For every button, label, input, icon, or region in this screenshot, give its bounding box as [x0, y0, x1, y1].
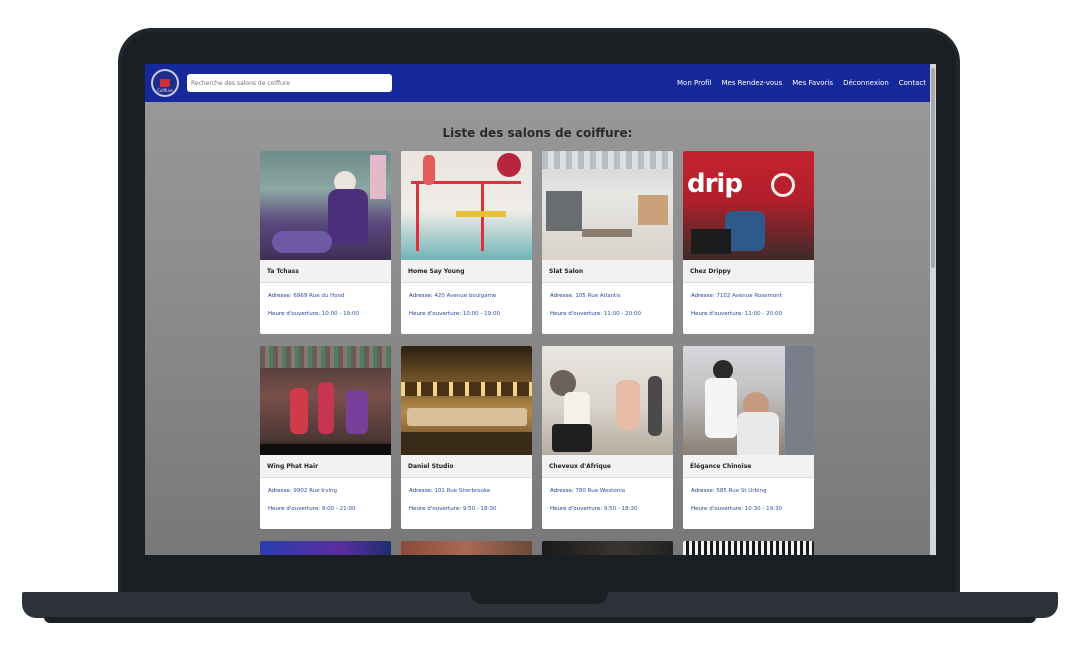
salon-card-partial[interactable] — [542, 541, 673, 555]
nav-link-favorites[interactable]: Mes Favoris — [792, 79, 833, 87]
nav-link-logout[interactable]: Déconnexion — [843, 79, 889, 87]
logo-text: Coiffure — [157, 88, 173, 93]
search-input[interactable] — [187, 74, 392, 92]
address-label: Adresse: — [550, 293, 574, 299]
salon-address: Adresse: 9902 Rue Irving — [260, 488, 391, 494]
hours-label: Heure d'ouverture: — [409, 506, 462, 512]
hours-label: Heure d'ouverture: — [691, 311, 744, 317]
salon-photo — [260, 346, 391, 455]
nav-links: Mon Profil Mes Rendez-vous Mes Favoris D… — [677, 64, 926, 102]
salon-name: Wing Phat Hair — [260, 455, 391, 478]
salon-name: Slat Salon — [542, 260, 673, 283]
salon-card[interactable]: Slat Salon Adresse: 105 Rue Atlantis Heu… — [542, 151, 673, 334]
salon-hours: Heure d'ouverture: 10:00 - 19:00 — [401, 311, 532, 317]
hours-value: 11:00 - 20:00 — [603, 311, 641, 317]
salon-photo — [542, 151, 673, 260]
salon-hours: Heure d'ouverture: 9:00 - 21:00 — [260, 506, 391, 512]
logo-mark — [160, 79, 170, 87]
salon-address: Adresse: 7102 Avenue Rosemont — [683, 293, 814, 299]
salon-card-partial[interactable] — [401, 541, 532, 555]
salon-card[interactable]: Wing Phat Hair Adresse: 9902 Rue Irving … — [260, 346, 391, 529]
salon-address: Adresse: 780 Rue Westonia — [542, 488, 673, 494]
nav-link-contact[interactable]: Contact — [899, 79, 926, 87]
hours-value: 9:50 - 18:30 — [462, 506, 497, 512]
address-value: 585 Rue St Urbing — [716, 488, 767, 494]
laptop-base-shadow — [44, 617, 1036, 623]
salon-name: Cheveux d'Afrique — [542, 455, 673, 478]
salon-photo — [542, 346, 673, 455]
hours-label: Heure d'ouverture: — [691, 506, 744, 512]
salon-hours: Heure d'ouverture: 11:00 - 20:00 — [542, 311, 673, 317]
hours-label: Heure d'ouverture: — [550, 311, 603, 317]
address-label: Adresse: — [409, 293, 433, 299]
salon-name: Home Say Young — [401, 260, 532, 283]
salon-name: Élégance Chinoise — [683, 455, 814, 478]
salon-hours: Heure d'ouverture: 11:00 - 20:00 — [683, 311, 814, 317]
salon-photo — [401, 346, 532, 455]
salon-grid: Ta Tchass Adresse: 6969 Rue du Hood Heur… — [260, 151, 820, 529]
nav-link-appointments[interactable]: Mes Rendez-vous — [721, 79, 782, 87]
address-value: 101 Rue Sherbrooke — [434, 488, 491, 494]
salon-card-partial[interactable] — [683, 541, 814, 555]
salon-address: Adresse: 6969 Rue du Hood — [260, 293, 391, 299]
salon-card[interactable]: Ta Tchass Adresse: 6969 Rue du Hood Heur… — [260, 151, 391, 334]
address-label: Adresse: — [268, 488, 292, 494]
hours-value: 9:00 - 21:00 — [321, 506, 356, 512]
address-label: Adresse: — [691, 293, 715, 299]
address-label: Adresse: — [268, 293, 292, 299]
nav-link-profile[interactable]: Mon Profil — [677, 79, 711, 87]
salon-card[interactable]: drip Chez Drippy Adresse: 7102 Avenue Ro… — [683, 151, 814, 334]
hours-value: 10:00 - 19:00 — [462, 311, 500, 317]
address-value: 105 Rue Atlantis — [575, 293, 621, 299]
salon-photo — [260, 151, 391, 260]
address-value: 420 Avenue boulgame — [434, 293, 497, 299]
address-value: 780 Rue Westonia — [575, 488, 626, 494]
salon-photo — [683, 346, 814, 455]
scrollbar[interactable] — [930, 64, 936, 555]
hours-value: 9:50 - 18:30 — [603, 506, 638, 512]
salon-card-partial[interactable] — [260, 541, 391, 555]
address-value: 7102 Avenue Rosemont — [716, 293, 782, 299]
hours-label: Heure d'ouverture: — [268, 506, 321, 512]
address-label: Adresse: — [550, 488, 574, 494]
salon-hours: Heure d'ouverture: 10:00 - 19:00 — [260, 311, 391, 317]
navbar: Coiffure Mon Profil Mes Rendez-vous Mes … — [145, 64, 936, 102]
salon-hours: Heure d'ouverture: 9:50 - 18:30 — [401, 506, 532, 512]
salon-address: Adresse: 101 Rue Sherbrooke — [401, 488, 532, 494]
hours-value: 10:00 - 19:00 — [321, 311, 359, 317]
salon-grid-next-row — [260, 541, 820, 555]
address-value: 6969 Rue du Hood — [293, 293, 345, 299]
scroll-thumb[interactable] — [931, 68, 935, 268]
salon-name: Daniel Studio — [401, 455, 532, 478]
address-label: Adresse: — [409, 488, 433, 494]
salon-card[interactable]: Cheveux d'Afrique Adresse: 780 Rue Westo… — [542, 346, 673, 529]
hours-label: Heure d'ouverture: — [550, 506, 603, 512]
page-title: Liste des salons de coiffure: — [442, 126, 633, 140]
salon-card[interactable]: Daniel Studio Adresse: 101 Rue Sherbrook… — [401, 346, 532, 529]
salon-photo: drip — [683, 151, 814, 260]
salon-name: Ta Tchass — [260, 260, 391, 283]
salon-name: Chez Drippy — [683, 260, 814, 283]
hours-value: 10:30 - 19:30 — [744, 506, 782, 512]
salon-address: Adresse: 420 Avenue boulgame — [401, 293, 532, 299]
browser-screen: Coiffure Mon Profil Mes Rendez-vous Mes … — [145, 64, 936, 555]
hours-value: 11:00 - 20:00 — [744, 311, 782, 317]
salon-hours: Heure d'ouverture: 10:30 - 19:30 — [683, 506, 814, 512]
address-value: 9902 Rue Irving — [293, 488, 337, 494]
salon-card[interactable]: Home Say Young Adresse: 420 Avenue boulg… — [401, 151, 532, 334]
hours-label: Heure d'ouverture: — [268, 311, 321, 317]
laptop-notch — [470, 592, 608, 604]
salon-card[interactable]: Élégance Chinoise Adresse: 585 Rue St Ur… — [683, 346, 814, 529]
salon-address: Adresse: 585 Rue St Urbing — [683, 488, 814, 494]
salon-hours: Heure d'ouverture: 9:50 - 18:30 — [542, 506, 673, 512]
salon-photo — [401, 151, 532, 260]
salon-address: Adresse: 105 Rue Atlantis — [542, 293, 673, 299]
hours-label: Heure d'ouverture: — [409, 311, 462, 317]
logo-icon[interactable]: Coiffure — [151, 69, 179, 97]
address-label: Adresse: — [691, 488, 715, 494]
laptop-mockup: Coiffure Mon Profil Mes Rendez-vous Mes … — [0, 0, 1080, 663]
